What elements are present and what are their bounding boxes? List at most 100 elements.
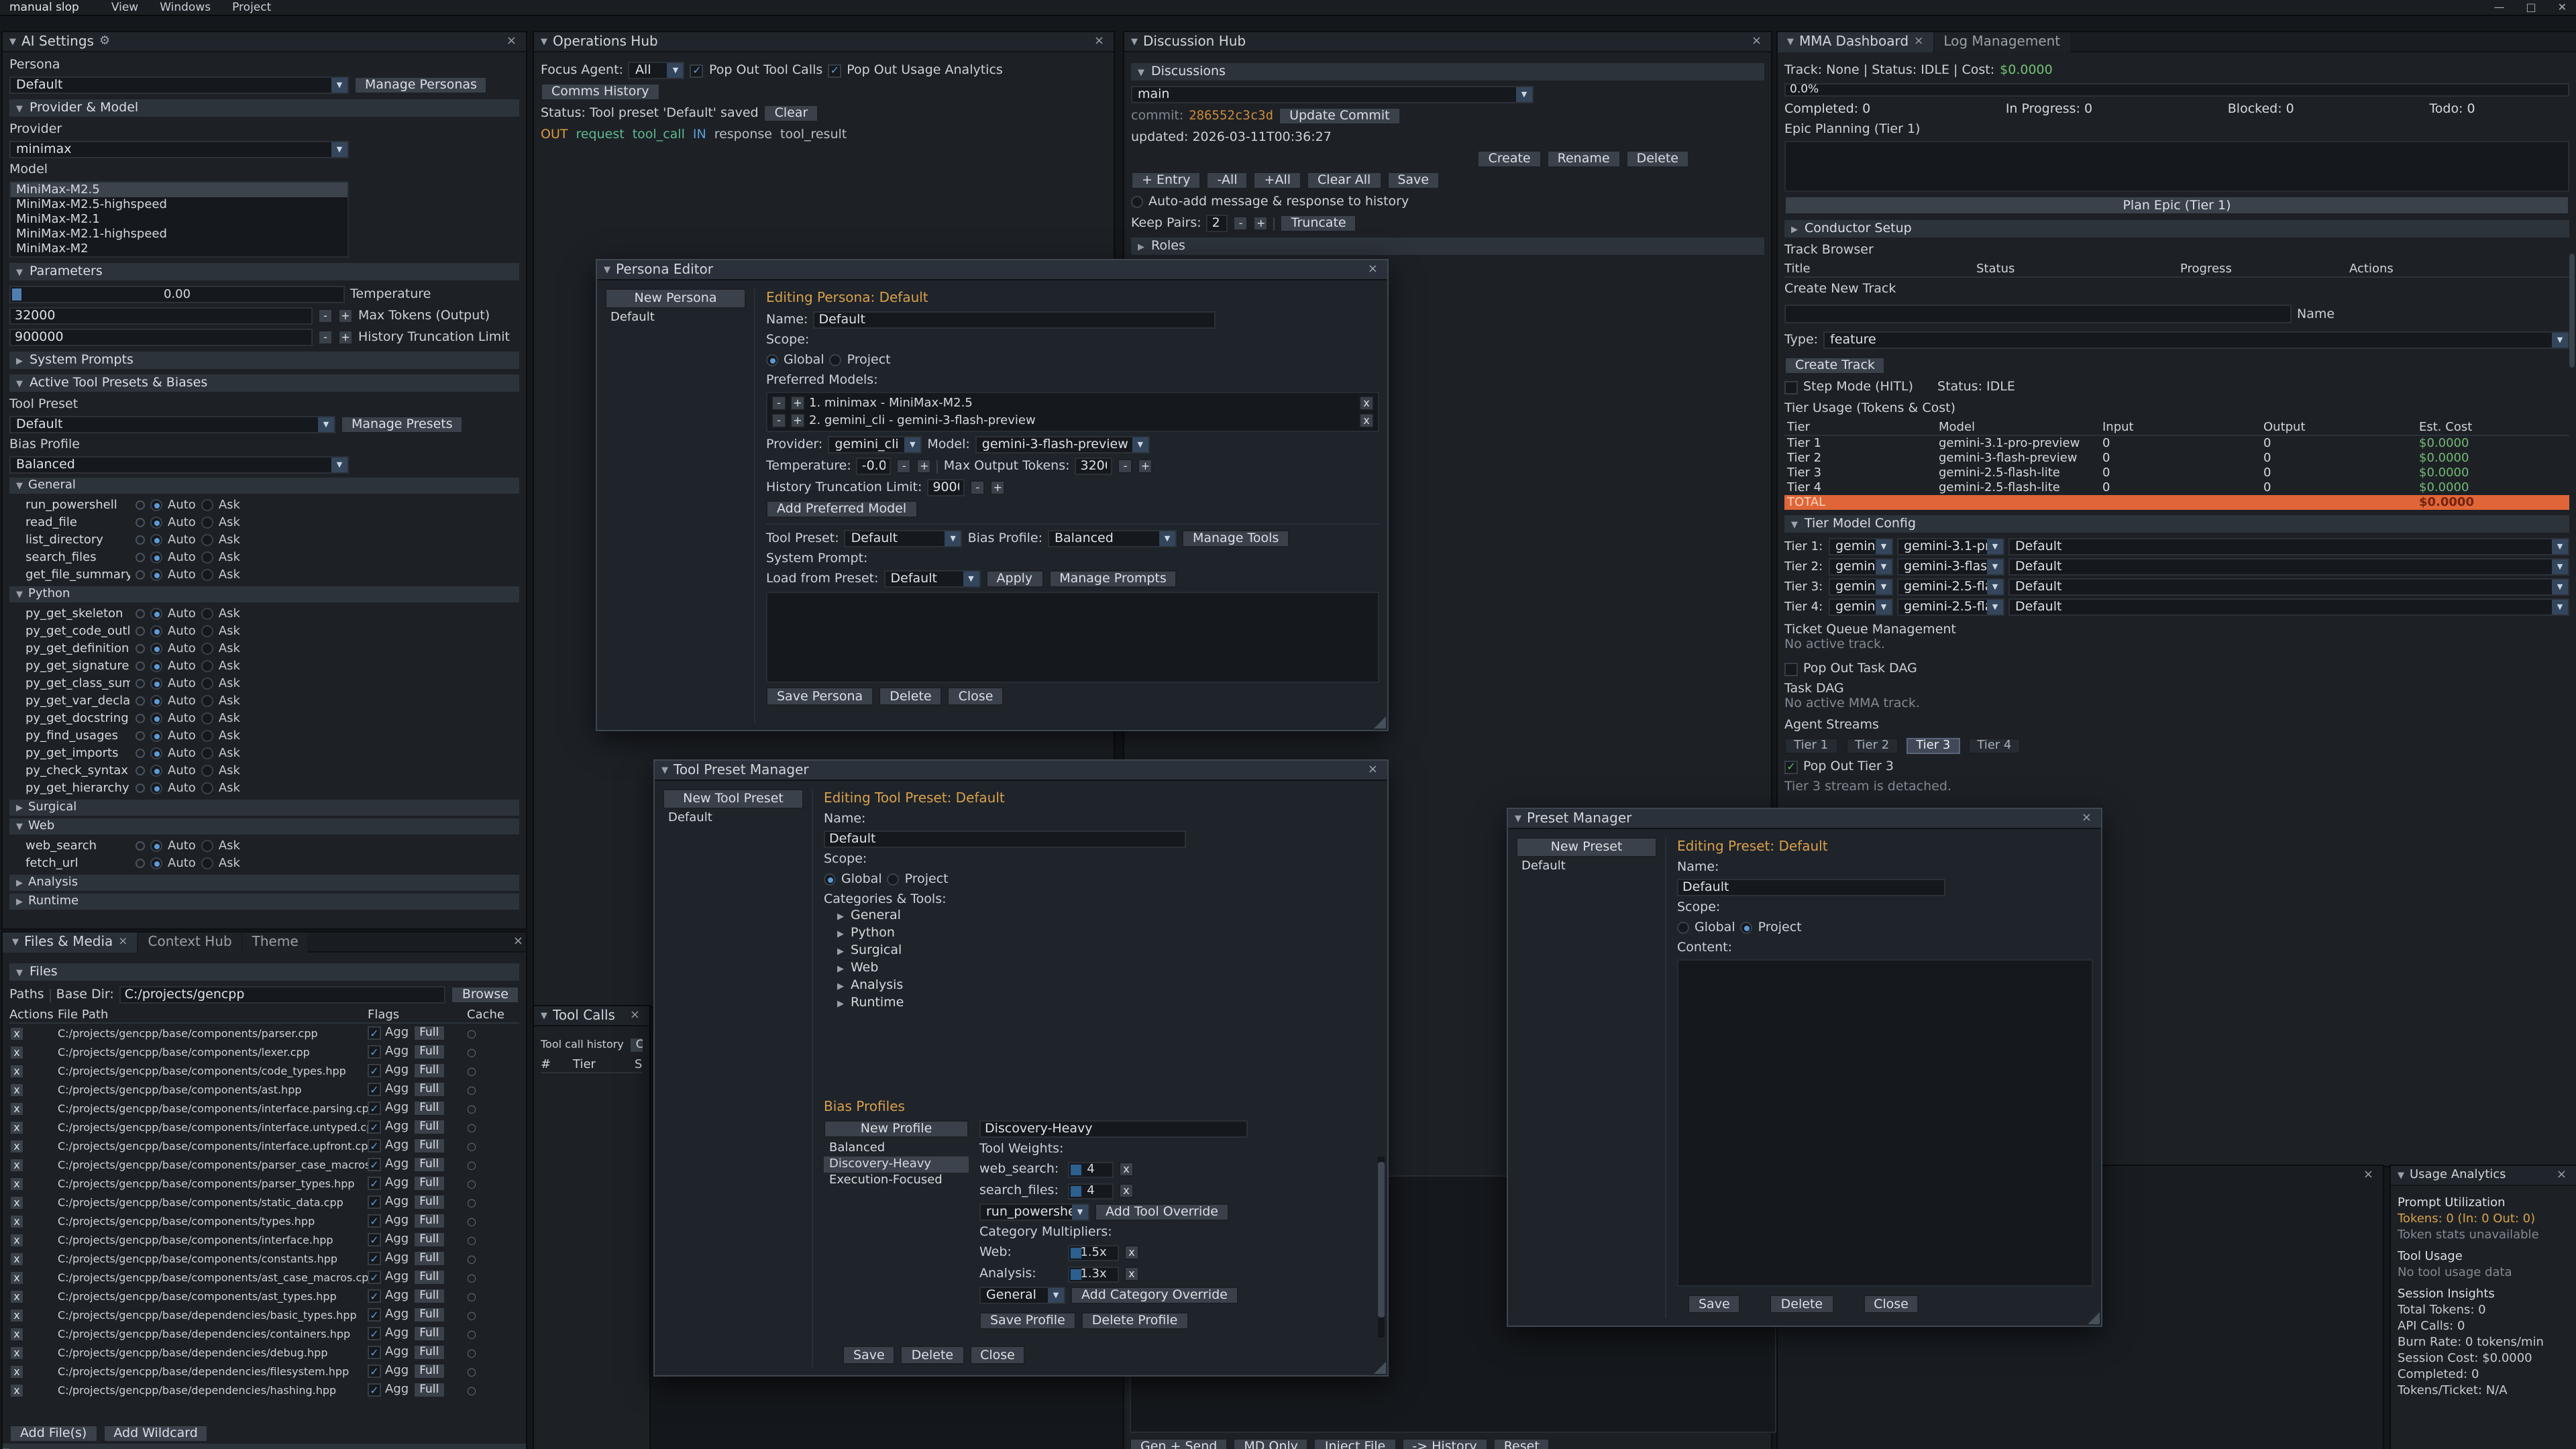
discussion-manage-button[interactable]: Delete [1626,150,1689,168]
tool-row[interactable]: py_get_imports Auto Ask [9,745,519,762]
clear-button[interactable]: Clear [629,1036,643,1053]
close-icon[interactable]: × [118,935,127,949]
manage-personas-button[interactable]: Manage Personas [354,76,488,94]
cache-indicator-icon[interactable]: ○ [467,1290,476,1302]
agg-checkbox[interactable]: ✓ [368,1346,381,1359]
add-tool-select[interactable]: run_powershell ▼ [979,1203,1089,1221]
cache-indicator-icon[interactable]: ○ [467,1159,476,1171]
auto-radio[interactable] [150,765,162,777]
save-button[interactable]: Save [843,1346,896,1364]
cache-indicator-icon[interactable]: ○ [467,1215,476,1227]
paths-label[interactable]: Paths [9,987,44,1002]
remove-override-button[interactable]: x [1119,1162,1134,1177]
auto-radio[interactable] [150,660,162,672]
remove-file-button[interactable]: x [9,1345,24,1360]
scrollbar-thumb[interactable] [2569,254,2575,368]
pop-out-tier-checkbox[interactable]: ✓ [1784,760,1798,773]
cache-indicator-icon[interactable]: ○ [467,1046,476,1058]
preset-content-input[interactable] [1677,959,2093,1287]
update-commit-button[interactable]: Update Commit [1279,107,1401,125]
cache-indicator-icon[interactable]: ○ [467,1121,476,1133]
ask-radio[interactable] [201,840,213,852]
tool-row[interactable]: read_file Auto Ask [9,514,519,531]
tab-context-hub[interactable]: Context Hub [139,932,241,952]
full-button[interactable]: Full [413,1269,445,1285]
add-category-override-button[interactable]: Add Category Override [1071,1287,1238,1304]
ask-radio[interactable] [201,857,213,869]
delete-button[interactable]: Delete [1770,1295,1833,1313]
provider-select[interactable]: minimax ▼ [9,141,349,158]
full-button[interactable]: Full [413,1044,445,1060]
tool-row[interactable]: py_get_hierarchy Auto Ask [9,780,519,797]
cache-indicator-icon[interactable]: ○ [467,1102,476,1114]
entry-button[interactable]: +All [1254,172,1302,189]
agg-checkbox[interactable]: ✓ [368,1120,381,1134]
epic-input[interactable] [1784,141,2569,192]
tier-preset-select[interactable]: Default ▼ [2008,578,2569,596]
cache-indicator-icon[interactable]: ○ [467,1309,476,1321]
move-down-button[interactable]: + [790,413,805,428]
full-button[interactable]: Full [413,1307,445,1323]
auto-radio[interactable] [150,678,162,690]
resize-grip[interactable] [1374,716,1386,729]
slider-grab[interactable] [12,288,21,301]
pop-out-tool-calls-checkbox[interactable]: ✓ [690,64,704,77]
category-row[interactable]: ▶ General [824,907,1379,924]
persona-editor-titlebar[interactable]: ▼ Persona Editor × [597,260,1387,280]
remove-file-button[interactable]: x [9,1251,24,1266]
decrement-button[interactable]: - [318,309,333,323]
remove-file-button[interactable]: x [9,1157,24,1172]
add-preferred-model-button[interactable]: Add Preferred Model [766,500,917,518]
system-prompts-header[interactable]: ▶ System Prompts [9,352,519,369]
cache-indicator-icon[interactable]: ○ [467,1328,476,1340]
auto-radio[interactable] [150,747,162,759]
auto-radio[interactable] [150,534,162,546]
tier-model-select[interactable]: gemini-2.5-flash-lite ▼ [1897,578,2004,596]
cache-indicator-icon[interactable]: ○ [467,1365,476,1377]
tool-preset-select[interactable]: Default ▼ [9,416,335,433]
model-option[interactable]: MiniMax-M2.5-highspeed [11,197,347,212]
bias-profile-select[interactable]: Balanced ▼ [9,456,349,474]
save-button[interactable]: Save [1688,1295,1741,1313]
tool-row[interactable]: py_get_var_declaration Auto Ask [9,692,519,710]
auto-add-toggle[interactable] [1131,196,1143,208]
agg-checkbox[interactable]: ✓ [368,1177,381,1190]
agg-checkbox[interactable]: ✓ [368,1308,381,1322]
tool-row[interactable]: py_get_class_summary Auto Ask [9,675,519,692]
close-button[interactable]: Close [948,687,1004,706]
scope-global-radio[interactable] [1677,922,1689,934]
tool-row[interactable]: py_get_signature Auto Ask [9,657,519,675]
cache-indicator-icon[interactable]: ○ [467,1140,476,1152]
close-icon[interactable]: × [1914,35,1923,48]
menu-project[interactable]: Project [221,1,282,14]
manage-prompts-button[interactable]: Manage Prompts [1049,570,1177,588]
auto-radio[interactable] [150,625,162,637]
keep-pairs-input[interactable] [1207,215,1228,232]
create-track-button[interactable]: Create Track [1784,357,1886,374]
close-icon[interactable]: × [2079,812,2094,825]
plan-epic-button[interactable]: Plan Epic (Tier 1) [1784,196,2569,215]
tool-row[interactable]: ▼ General Auto Ask [9,478,519,494]
remove-file-button[interactable]: x [9,1120,24,1134]
ask-radio[interactable] [201,569,213,581]
remove-file-button[interactable]: x [9,1326,24,1341]
cache-indicator-icon[interactable]: ○ [467,1027,476,1039]
focus-agent-select[interactable]: All ▼ [629,62,685,79]
collapse-caret-icon[interactable]: ▼ [9,36,16,47]
scope-global-radio[interactable] [766,354,778,366]
remove-file-button[interactable]: x [9,1214,24,1228]
tier-preset-select[interactable]: Default ▼ [2008,538,2569,555]
delete-button[interactable]: Delete [901,1346,964,1364]
manage-tools-button[interactable]: Manage Tools [1182,530,1289,547]
ask-radio[interactable] [201,747,213,759]
ai-settings-titlebar[interactable]: ▼ AI Settings ⚙ × [3,32,526,52]
full-button[interactable]: Full [413,1326,445,1342]
category-row[interactable]: ▶ Analysis [824,977,1379,994]
remove-file-button[interactable]: x [9,1195,24,1210]
agg-checkbox[interactable]: ✓ [368,1139,381,1152]
entry-button[interactable]: + Entry [1131,172,1201,189]
tool-row[interactable]: run_powershell Auto Ask [9,496,519,514]
close-icon[interactable]: × [504,35,519,48]
remove-file-button[interactable]: x [9,1044,24,1059]
multiplier-drag-input[interactable]: 1.3x [1068,1266,1119,1282]
